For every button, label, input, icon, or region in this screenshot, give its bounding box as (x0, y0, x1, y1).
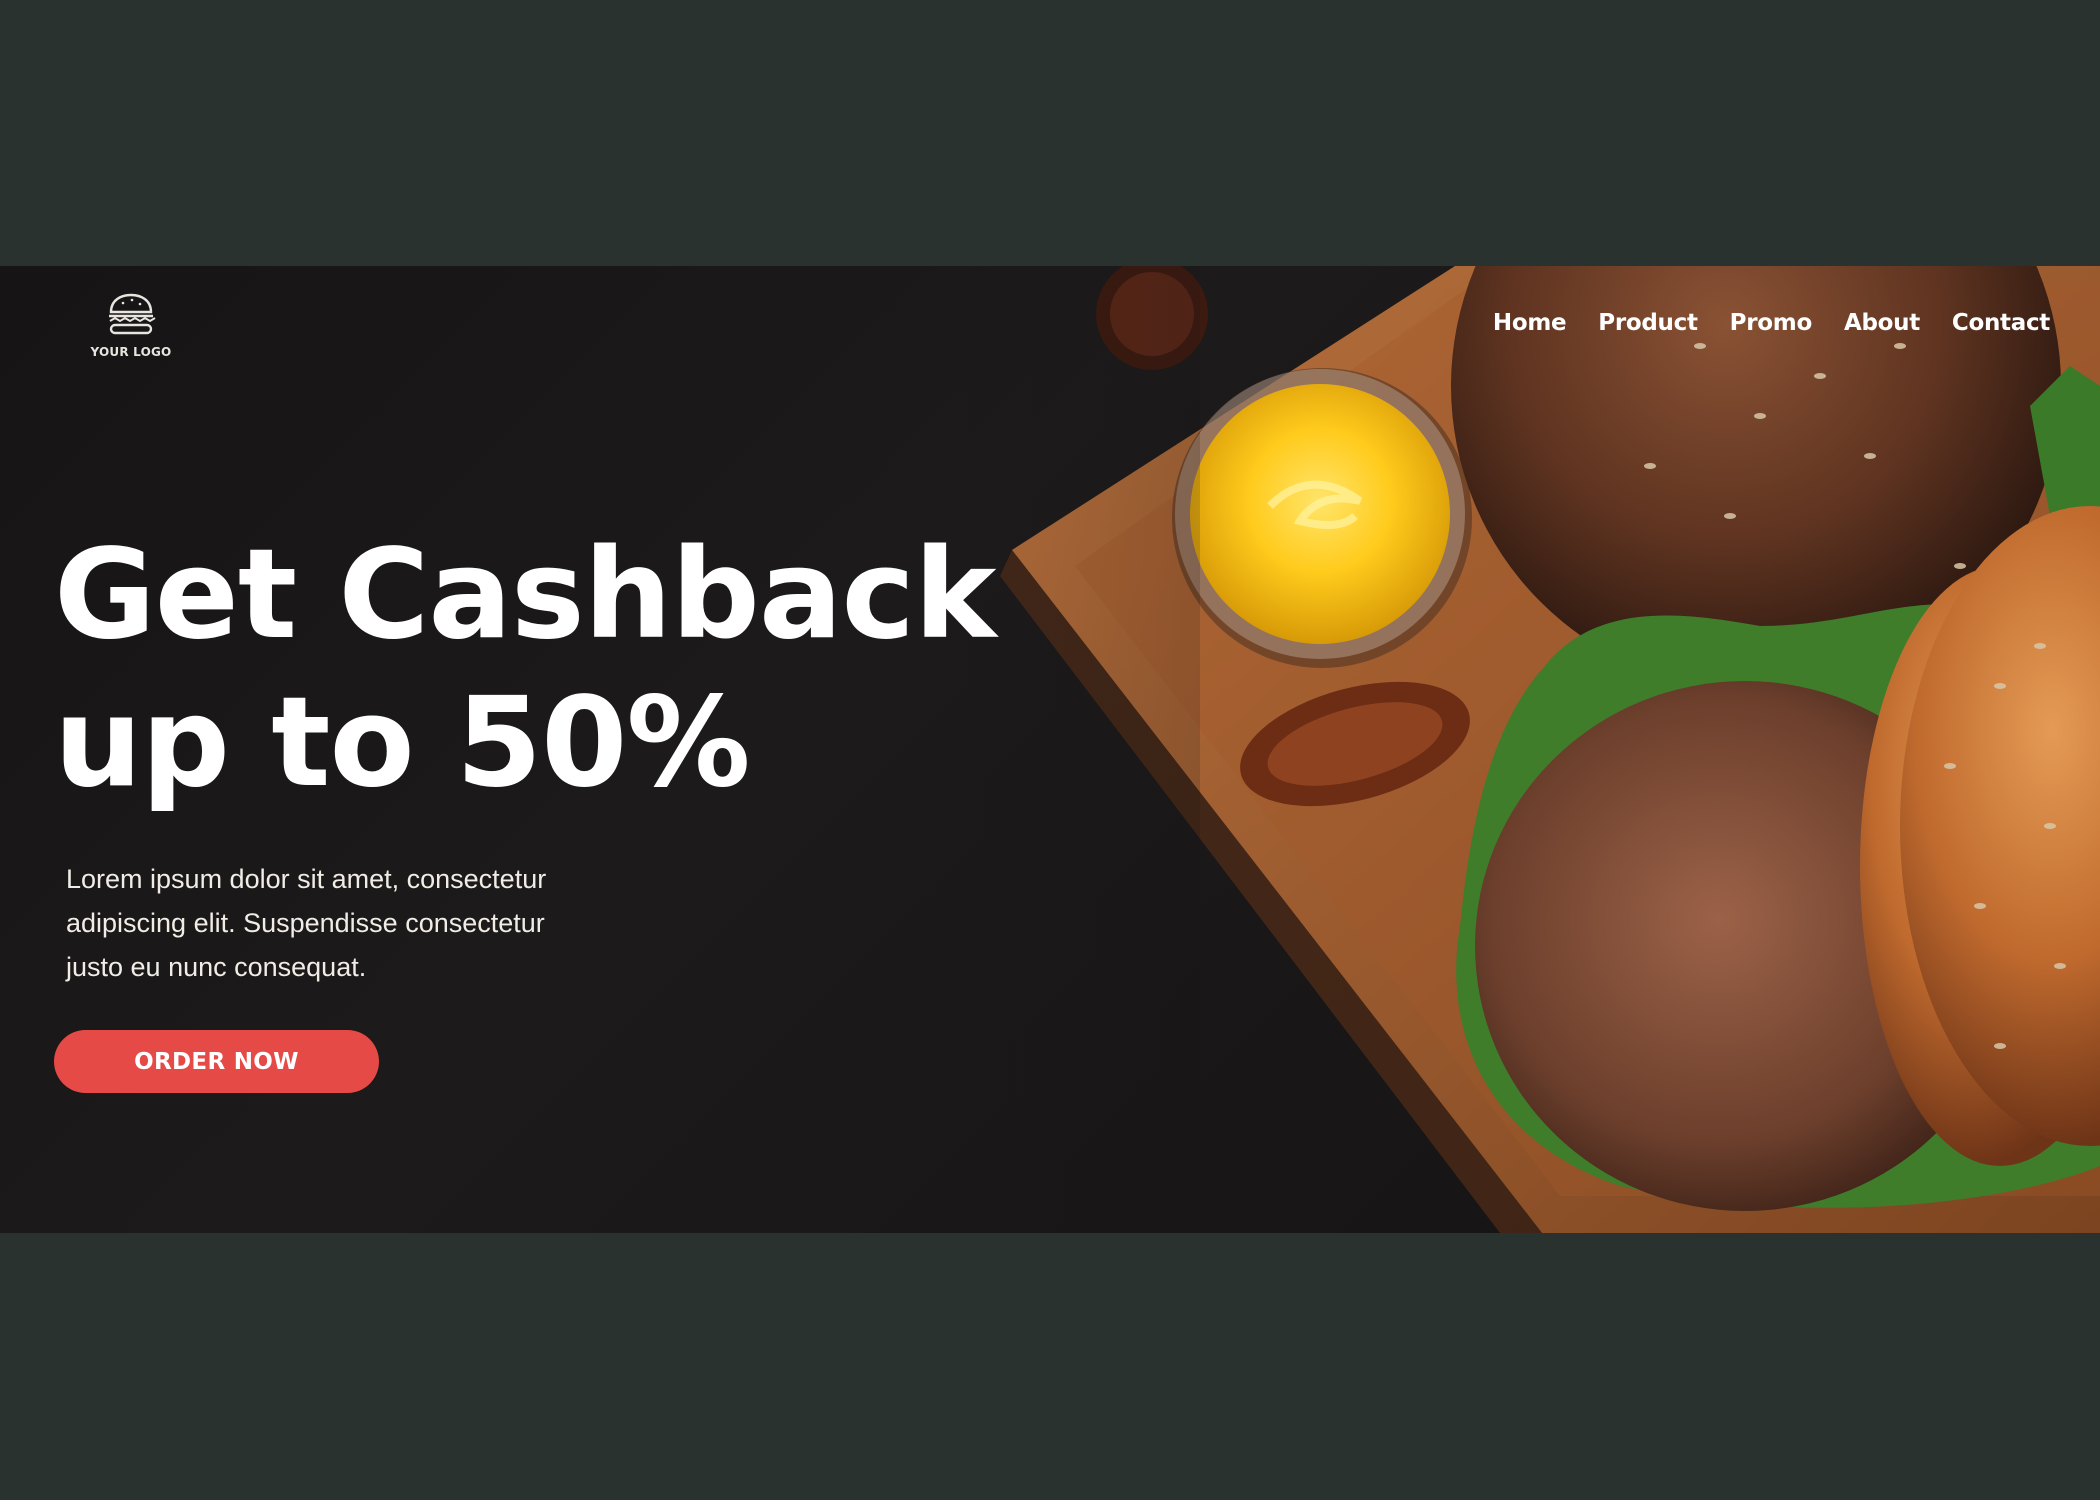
nav-link-home[interactable]: Home (1493, 310, 1567, 336)
hero-headline: Get Cashback up to 50% (54, 521, 996, 817)
burger-icon (109, 293, 156, 335)
logo[interactable]: YOUR LOGO (88, 292, 174, 359)
hero-description: Lorem ipsum dolor sit amet, consectetur … (66, 864, 547, 982)
order-now-button[interactable]: ORDER NOW (54, 1030, 379, 1093)
hero-headline-line-2: up to 50% (54, 671, 751, 815)
hero-banner: YOUR LOGO Home Product Promo About Conta… (0, 266, 2100, 1233)
nav-link-contact[interactable]: Contact (1952, 310, 2050, 336)
hero-headline-line-1: Get Cashback (54, 523, 996, 667)
logo-text: YOUR LOGO (90, 345, 172, 359)
nav-link-promo[interactable]: Promo (1730, 310, 1813, 336)
nav-link-product[interactable]: Product (1598, 310, 1698, 336)
main-nav: Home Product Promo About Contact (1493, 310, 2050, 336)
nav-link-about[interactable]: About (1844, 310, 1920, 336)
